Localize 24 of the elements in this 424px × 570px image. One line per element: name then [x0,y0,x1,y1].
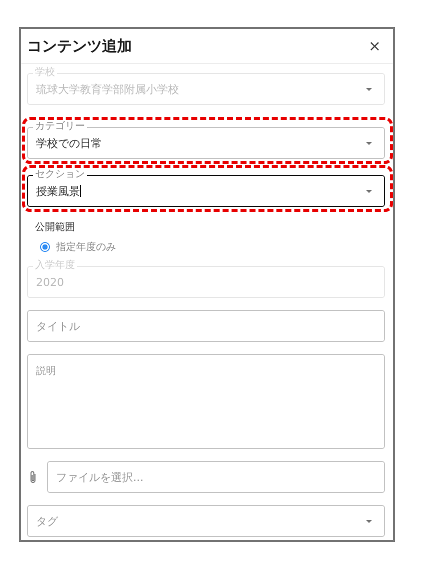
input-field[interactable]: タイトル [27,310,385,342]
field-label: カテゴリー [33,122,87,132]
dialog-title: コンテンツ追加 [27,36,132,56]
field-value: 2020 [36,276,64,288]
text-cursor [80,185,81,197]
dropdown-caret-icon [366,88,372,91]
textarea-field[interactable]: 説明 [27,354,385,449]
input-field[interactable]: ファイルを選択... [47,461,385,493]
radio-option[interactable]: 指定年度のみ [35,240,116,254]
field-label: セクション [33,170,87,180]
placeholder-text: ファイルを選択... [56,470,144,484]
paperclip-icon[interactable] [29,470,37,484]
dropdown-caret-icon [366,142,372,145]
placeholder-text: タグ [36,514,58,528]
field-value: 授業風景 [36,184,80,198]
placeholder-text: 説明 [36,364,56,378]
close-button[interactable]: × [364,37,385,55]
field-value: 琉球大学教育学部附属小学校 [36,82,179,96]
select-field[interactable]: タグ [27,505,385,537]
placeholder-text: タイトル [36,318,80,334]
field-value: 学校での日常 [36,136,102,150]
dropdown-caret-icon [366,520,372,523]
dropdown-caret-icon [366,190,372,193]
group-label: 公開範囲 [35,221,75,234]
